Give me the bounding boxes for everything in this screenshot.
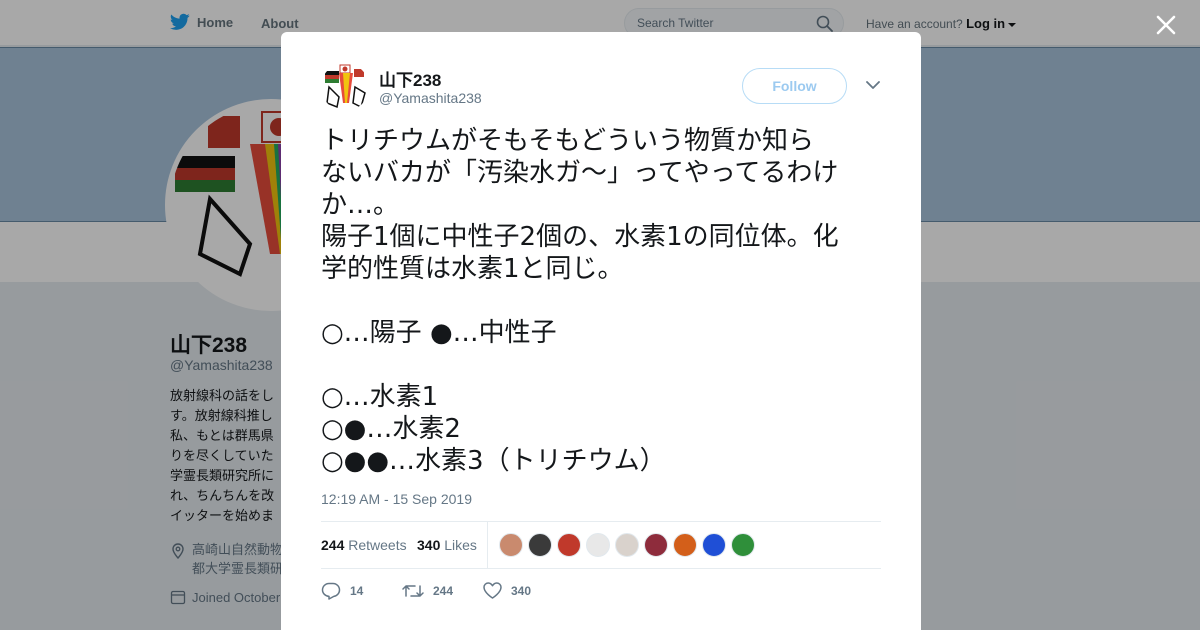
stats-divider xyxy=(487,522,488,568)
tweet-line: 陽子1個に中性子2個の、水素1の同位体。化 xyxy=(321,222,839,252)
liker-avatar[interactable] xyxy=(557,533,581,557)
like-count: 340 xyxy=(511,583,532,598)
retweet-button[interactable]: 244 xyxy=(402,582,453,600)
like-button[interactable]: 340 xyxy=(483,582,531,599)
author-avatar[interactable] xyxy=(321,63,369,111)
liker-avatar[interactable] xyxy=(528,533,552,557)
tweet-actions: 14 244 340 xyxy=(321,580,621,604)
likes-count: 340 xyxy=(417,537,441,553)
liker-avatar[interactable] xyxy=(644,533,668,557)
tweet-line: ○…陽子 ●…中性子 xyxy=(321,318,557,348)
author-name[interactable]: 山下238 xyxy=(379,66,441,91)
retweets-label: Retweets xyxy=(348,537,407,553)
reply-count: 14 xyxy=(350,584,364,598)
tweet-text: トリチウムがそもそもどういう物質か知ら ないバカが「汚染水ガ～」ってやってるわけ… xyxy=(321,125,886,477)
liker-avatar[interactable] xyxy=(673,533,697,557)
tweet-line: ○●●…水素3（トリチウム） xyxy=(321,446,666,476)
heart-icon xyxy=(483,582,502,599)
follow-button[interactable]: Follow xyxy=(742,68,847,104)
liker-avatars xyxy=(499,533,755,557)
retweets-stat[interactable]: 244 Retweets xyxy=(321,537,407,553)
author-handle[interactable]: @Yamashita238 xyxy=(379,90,482,106)
likes-stat[interactable]: 340 Likes xyxy=(417,537,477,553)
liker-avatar[interactable] xyxy=(731,533,755,557)
retweets-count: 244 xyxy=(321,537,345,553)
liker-avatar[interactable] xyxy=(586,533,610,557)
tweet-line: ○…水素1 xyxy=(321,382,439,412)
likes-label: Likes xyxy=(444,537,477,553)
chevron-down-icon[interactable] xyxy=(866,81,880,90)
tweet-modal: 山下238 @Yamashita238 Follow トリチウムがそもそもどうい… xyxy=(281,32,921,630)
reply-button[interactable]: 14 xyxy=(321,582,363,600)
tweet-line: ないバカが「汚染水ガ～」ってやってるわけ xyxy=(321,158,839,188)
retweet-icon xyxy=(402,585,424,597)
retweet-count: 244 xyxy=(433,584,454,598)
close-icon[interactable] xyxy=(1152,11,1180,39)
tweet-stats: 244 Retweets 340 Likes xyxy=(321,521,881,569)
tweet-line: ○●…水素2 xyxy=(321,414,461,444)
tweet-line: 学的性質は水素1と同じ。 xyxy=(321,254,624,284)
liker-avatar[interactable] xyxy=(499,533,523,557)
tweet-line: か…。 xyxy=(321,190,400,220)
reply-icon xyxy=(321,582,341,600)
liker-avatar[interactable] xyxy=(615,533,639,557)
tweet-line: トリチウムがそもそもどういう物質か知ら xyxy=(321,126,814,156)
tweet-timestamp[interactable]: 12:19 AM - 15 Sep 2019 xyxy=(321,491,472,507)
liker-avatar[interactable] xyxy=(702,533,726,557)
